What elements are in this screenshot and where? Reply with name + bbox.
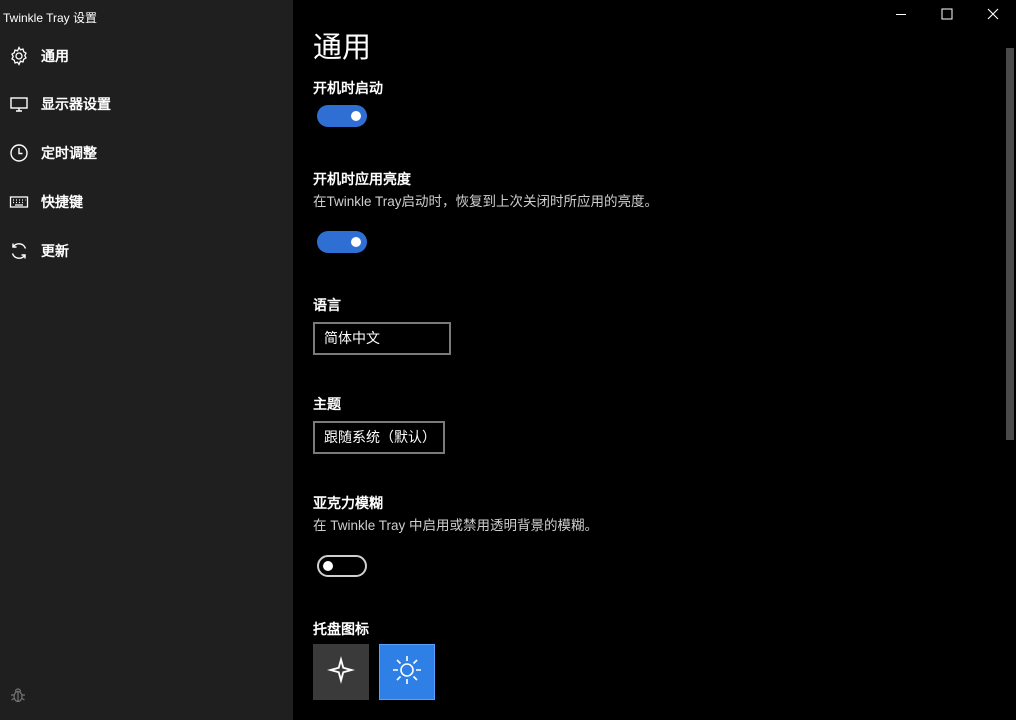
theme-select[interactable]: 跟随系统（默认） bbox=[313, 421, 445, 454]
minimize-icon bbox=[895, 7, 907, 25]
sidebar-item-label: 快捷键 bbox=[41, 194, 83, 210]
tray-icon-option-sun[interactable] bbox=[379, 644, 435, 700]
acrylic-label: 亚克力模糊 bbox=[313, 495, 383, 511]
sidebar: Twinkle Tray 设置 通用 显示器设置 定时调整 快捷键 更新 bbox=[0, 0, 293, 720]
sun-icon bbox=[391, 654, 423, 691]
page-title: 通用 bbox=[313, 32, 372, 64]
sidebar-item-hotkeys[interactable]: 快捷键 bbox=[0, 182, 293, 222]
toggle-knob bbox=[351, 237, 361, 247]
sidebar-item-label: 通用 bbox=[41, 48, 69, 64]
sidebar-item-label: 定时调整 bbox=[41, 145, 97, 161]
close-icon bbox=[987, 7, 999, 25]
startup-toggle[interactable] bbox=[317, 105, 367, 127]
language-label: 语言 bbox=[313, 297, 341, 313]
bug-icon[interactable] bbox=[9, 686, 27, 704]
window-title: Twinkle Tray 设置 bbox=[3, 11, 98, 25]
maximize-icon bbox=[941, 7, 953, 25]
apply-brightness-label: 开机时应用亮度 bbox=[313, 171, 411, 187]
gear-icon bbox=[9, 46, 29, 66]
sidebar-item-label: 显示器设置 bbox=[41, 96, 111, 112]
monitor-icon bbox=[9, 94, 29, 114]
tray-icon-option-sparkle[interactable] bbox=[313, 644, 369, 700]
apply-brightness-description: 在Twinkle Tray启动时，恢复到上次关闭时所应用的亮度。 bbox=[313, 194, 659, 209]
tray-icon-label: 托盘图标 bbox=[313, 621, 369, 637]
sidebar-item-monitor-settings[interactable]: 显示器设置 bbox=[0, 84, 293, 124]
theme-label: 主题 bbox=[313, 396, 341, 412]
sidebar-item-updates[interactable]: 更新 bbox=[0, 231, 293, 271]
language-select[interactable]: 简体中文 bbox=[313, 322, 451, 355]
maximize-button[interactable] bbox=[924, 0, 970, 32]
main-panel: 通用 开机时启动 开机时应用亮度 在Twinkle Tray启动时，恢复到上次关… bbox=[293, 0, 1016, 720]
refresh-icon bbox=[9, 241, 29, 261]
scrollbar[interactable] bbox=[1006, 48, 1014, 440]
acrylic-description: 在 Twinkle Tray 中启用或禁用透明背景的模糊。 bbox=[313, 518, 599, 533]
sidebar-item-label: 更新 bbox=[41, 243, 69, 259]
sidebar-item-general[interactable]: 通用 bbox=[0, 36, 293, 76]
clock-icon bbox=[9, 143, 29, 163]
toggle-knob bbox=[351, 111, 361, 121]
apply-brightness-toggle[interactable] bbox=[317, 231, 367, 253]
toggle-knob bbox=[323, 561, 333, 571]
close-button[interactable] bbox=[970, 0, 1016, 32]
sparkle-icon bbox=[326, 655, 356, 690]
acrylic-toggle[interactable] bbox=[317, 555, 367, 577]
minimize-button[interactable] bbox=[878, 0, 924, 32]
sidebar-item-schedule[interactable]: 定时调整 bbox=[0, 133, 293, 173]
keyboard-icon bbox=[9, 192, 29, 212]
startup-label: 开机时启动 bbox=[313, 80, 383, 96]
